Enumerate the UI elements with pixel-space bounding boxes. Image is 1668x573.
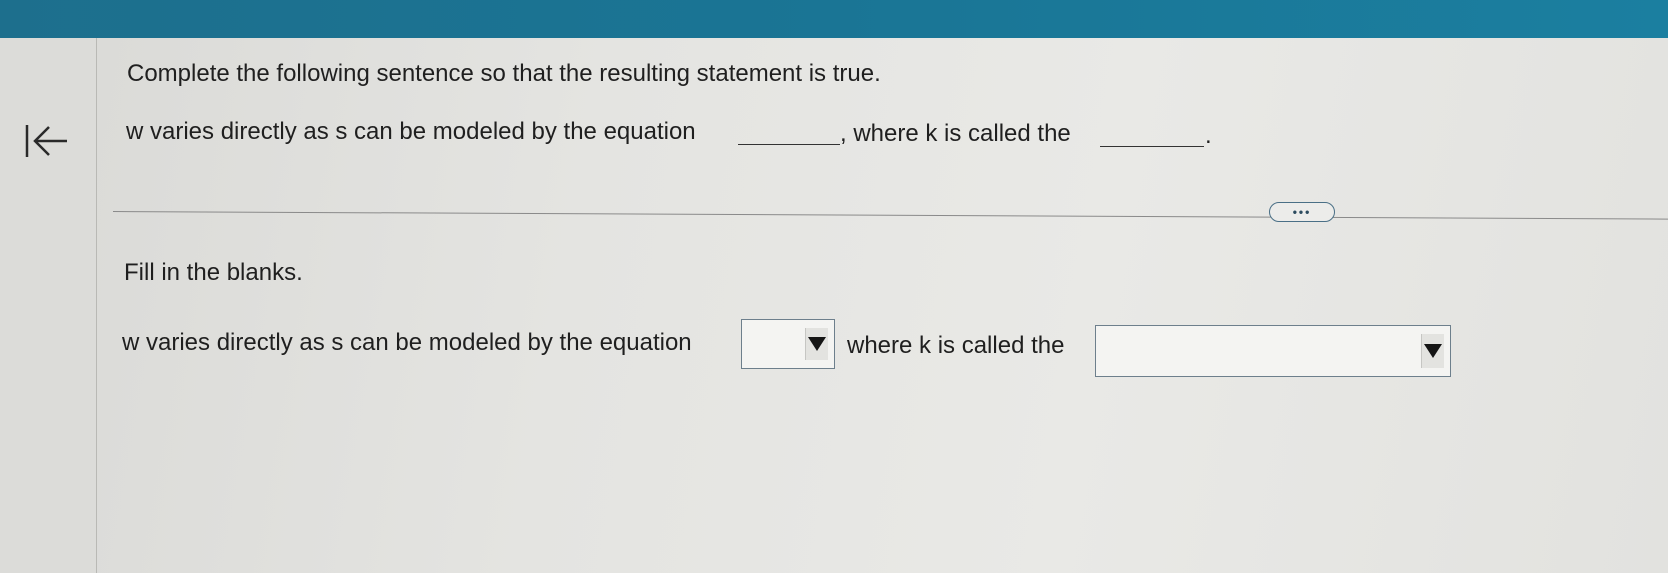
- question-sentence-part1: w varies directly as s can be modeled by…: [126, 118, 696, 145]
- answer-instruction: Fill in the blanks.: [124, 259, 303, 286]
- answer-sentence-part1: w varies directly as s can be modeled by…: [122, 329, 692, 356]
- question-content: Complete the following sentence so that …: [97, 38, 1668, 573]
- question-blank-term: [1100, 146, 1204, 147]
- chevron-down-icon: [805, 328, 828, 360]
- question-sentence-part2: , where k is called the: [840, 120, 1071, 147]
- more-options-button[interactable]: •••: [1269, 202, 1335, 222]
- question-prompt: Complete the following sentence so that …: [127, 60, 881, 87]
- arrow-left-to-bar-icon: [25, 125, 67, 157]
- back-button[interactable]: [20, 118, 72, 164]
- term-dropdown[interactable]: [1095, 325, 1451, 377]
- question-blank-equation: [738, 144, 840, 145]
- chevron-down-icon: [1421, 334, 1444, 368]
- section-divider: [112, 211, 1668, 220]
- answer-sentence-part2: where k is called the: [847, 332, 1065, 359]
- top-header-bar: [0, 0, 1668, 38]
- equation-dropdown[interactable]: [741, 319, 835, 369]
- left-nav-panel: [0, 38, 97, 573]
- question-sentence-end: .: [1205, 122, 1212, 149]
